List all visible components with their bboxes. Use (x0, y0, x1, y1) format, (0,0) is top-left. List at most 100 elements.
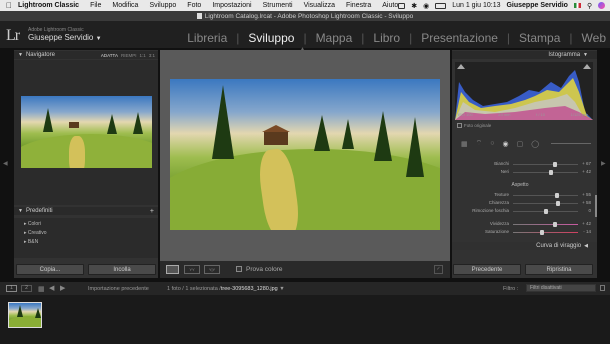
module-picker: Libreria | Sviluppo | Mappa | Libro | Presen… (187, 31, 606, 45)
search-icon[interactable]: ⚲ (587, 2, 592, 10)
navigator-zoom-options: ADATTA RIEMPI 1:1 3:1 (101, 51, 155, 59)
add-preset-icon[interactable]: + (150, 208, 154, 215)
main-photo[interactable] (170, 79, 440, 230)
histogram-header[interactable]: Istogramma ▼ (452, 51, 597, 59)
red-eye-icon[interactable]: ◉ (502, 140, 508, 148)
forward-arrow-icon[interactable]: ▶ (60, 284, 65, 292)
presets-title: Predefiniti (25, 208, 53, 214)
filter-lock-icon[interactable] (600, 285, 605, 291)
reset-button[interactable]: Ripristina (525, 264, 593, 275)
menu-view[interactable]: Visualizza (304, 2, 335, 9)
paste-settings-button[interactable]: Incolla (88, 264, 156, 275)
highlight-clipping-icon[interactable] (583, 64, 591, 69)
preset-folder-colors[interactable]: ▸ Colori (14, 220, 158, 229)
original-photo-checkbox[interactable] (457, 123, 462, 128)
soft-proof-checkbox[interactable] (236, 266, 242, 272)
loupe-view-icon[interactable] (166, 265, 179, 274)
presets-header[interactable]: ▼ Predefiniti + (14, 207, 158, 215)
battery-icon[interactable] (435, 2, 447, 9)
module-web[interactable]: Web (582, 31, 606, 45)
module-book[interactable]: Libro (373, 31, 400, 45)
slider-saturation[interactable]: Saturazione - 14 (458, 228, 591, 236)
preset-folder-creative[interactable]: ▸ Creativo (14, 229, 158, 238)
menu-photo[interactable]: Foto (187, 2, 201, 9)
menu-settings[interactable]: Impostazioni (212, 2, 251, 9)
slider-dehaze[interactable]: Rimozione foschia 0 (458, 207, 591, 215)
toolbar-menu-icon[interactable]: ✓ (434, 265, 443, 274)
navigator-title: Navigatore (25, 52, 55, 58)
slider-clarity[interactable]: Chiarezza + 58 (458, 199, 591, 207)
status-icon[interactable] (398, 2, 406, 9)
menubar-user[interactable]: Giuseppe Servidio (506, 2, 567, 9)
window-titlebar: Lightroom Catalog.lrcat - Adobe Photosho… (0, 11, 610, 21)
grid-tool-icon[interactable]: ▦ (461, 140, 468, 148)
menu-tools[interactable]: Strumenti (263, 2, 293, 9)
bluetooth-icon[interactable]: ✱ (411, 2, 417, 10)
before-after-options-icon[interactable]: Y|Y (204, 265, 220, 274)
menu-window[interactable]: Finestra (346, 2, 371, 9)
zoom-1-1[interactable]: 1:1 (139, 53, 145, 58)
before-after-view-icon[interactable]: YY (184, 265, 200, 274)
grid-view-icon[interactable]: ▦ (38, 285, 45, 293)
collapse-triangle-icon: ▼ (583, 52, 588, 58)
module-develop[interactable]: Sviluppo (248, 31, 294, 45)
expand-triangle-icon: ◀ (584, 243, 588, 249)
spot-removal-icon[interactable]: ○ (490, 140, 494, 147)
slider-texture[interactable]: Texture + 55 (458, 191, 591, 199)
zoom-3-1[interactable]: 3:1 (149, 53, 155, 58)
preset-folder-bw[interactable]: ▸ B&N (14, 238, 158, 247)
chevron-down-icon[interactable]: ▼ (279, 286, 284, 292)
macos-menubar:  Lightroom Classic File Modifica Svilup… (0, 0, 610, 11)
apple-menu-icon[interactable]:  (6, 1, 12, 10)
filmstrip-toolbar: 1 2 ▦ ◀ ▶ Importazione precedente 1 foto… (0, 282, 610, 295)
module-print[interactable]: Stampa (519, 31, 560, 45)
navigator-header[interactable]: ▼ Navigatore ADATTA RIEMPI 1:1 3:1 (14, 51, 158, 59)
slider-vibrance[interactable]: Vividezza + 42 (458, 220, 591, 228)
slider-whites[interactable]: Bianchi + 67 (458, 160, 591, 168)
original-photo-label: Foto originale (464, 123, 492, 128)
right-panel-toggle-icon[interactable]: ▶ (601, 160, 606, 167)
menu-app-name[interactable]: Lightroom Classic (18, 2, 79, 9)
flag-icon[interactable] (573, 3, 581, 8)
module-map[interactable]: Mappa (316, 31, 353, 45)
zoom-fill[interactable]: RIEMPI (121, 53, 137, 58)
crop-tool-icon[interactable]: ⌔ (476, 139, 483, 148)
tone-curve-header[interactable]: Curva di viraggio ◀ (452, 242, 597, 250)
filter-select[interactable]: Filtri disattivati (526, 284, 596, 292)
menubar-clock[interactable]: Lun 1 giu 10:13 (452, 2, 500, 9)
radial-filter-icon[interactable]: ◯ (531, 140, 539, 148)
copy-settings-button[interactable]: Copia... (16, 264, 84, 275)
navigator-preview-image[interactable] (21, 96, 152, 168)
main-window-icon[interactable]: 1 (6, 285, 17, 292)
adjustment-brush-icon[interactable] (551, 143, 592, 144)
filmstrip-filename: tree-3095683_1280.jpg (220, 286, 278, 292)
filmstrip-thumbnail[interactable] (8, 302, 42, 328)
menu-develop[interactable]: Sviluppo (149, 2, 176, 9)
previous-button[interactable]: Precedente (453, 264, 521, 275)
graduated-filter-icon[interactable]: ▢ (517, 140, 524, 148)
filmstrip-source[interactable]: Importazione precedente (88, 286, 149, 292)
second-window-icon[interactable]: 2 (21, 285, 32, 292)
left-panel-toggle-icon[interactable]: ◀ (3, 160, 8, 167)
siri-icon[interactable] (598, 2, 606, 9)
tone-curve-title: Curva di viraggio (536, 243, 582, 249)
filter-label: Filtro : (503, 286, 519, 292)
identity-user[interactable]: Giuseppe Servidio ▼ (28, 33, 102, 44)
document-icon (196, 13, 202, 19)
back-arrow-icon[interactable]: ◀ (49, 284, 54, 292)
module-library[interactable]: Libreria (187, 31, 227, 45)
window-title: Lightroom Catalog.lrcat - Adobe Photosho… (204, 12, 414, 20)
chevron-down-icon: ▼ (95, 36, 102, 42)
module-slideshow[interactable]: Presentazione (421, 31, 498, 45)
camera-info: ISO 100 23 mm f / 10 1/125 sec (458, 112, 588, 117)
menu-edit[interactable]: Modifica (112, 2, 138, 9)
right-panel-scrollbar[interactable] (595, 195, 597, 217)
slider-blacks[interactable]: Neri + 42 (458, 168, 591, 176)
shadow-clipping-icon[interactable] (457, 64, 465, 69)
wifi-icon[interactable]: ◉ (423, 2, 429, 10)
presets-list: ▸ Colori ▸ Creativo ▸ B&N (14, 218, 158, 258)
zoom-fit[interactable]: ADATTA (101, 53, 118, 58)
tool-strip: ▦ ⌔ ○ ◉ ▢ ◯ (455, 137, 593, 150)
menu-help[interactable]: Aiuto (382, 2, 398, 9)
menu-file[interactable]: File (90, 2, 101, 9)
